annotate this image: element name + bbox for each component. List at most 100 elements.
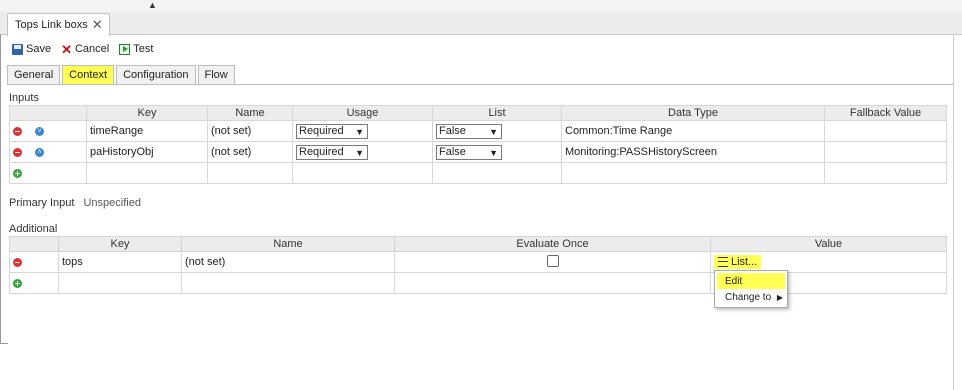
inputs-header-name[interactable]: Name <box>207 105 293 121</box>
row-actions <box>9 251 59 273</box>
usage-value: Required <box>299 124 344 137</box>
save-icon <box>12 43 23 55</box>
usage-cell: Required ▼ <box>292 141 433 163</box>
top-strip <box>0 0 962 12</box>
add-input-icon[interactable] <box>13 168 22 178</box>
primary-input-label: Primary Input <box>9 197 75 209</box>
tab-configuration[interactable]: Configuration <box>116 65 196 84</box>
menu-item-change-to-label: Change to <box>725 291 772 303</box>
empty-cell <box>394 272 711 294</box>
input-fallback-value[interactable] <box>824 120 947 142</box>
empty-cell <box>207 162 293 184</box>
empty-cell <box>181 272 395 294</box>
list-icon <box>718 256 728 267</box>
bottom-border <box>0 343 8 344</box>
chevron-down-icon: ▼ <box>489 147 498 158</box>
input-fallback-value[interactable] <box>824 141 947 163</box>
table-row: tops (not set) List... <box>9 251 947 273</box>
table-row: ˅ timeRange (not set) Required ▼ False ▼ C… <box>9 120 947 142</box>
additional-header-key[interactable]: Key <box>58 236 182 252</box>
chevron-down-icon: ▼ <box>355 126 364 137</box>
test-button[interactable]: Test <box>119 43 153 55</box>
move-down-icon[interactable]: ˅ <box>35 126 44 136</box>
editor-tab-title: Tops Link boxs <box>15 19 88 31</box>
empty-cell <box>824 162 947 184</box>
save-button[interactable]: Save <box>12 43 51 55</box>
add-row-actions <box>9 162 87 184</box>
test-label: Test <box>133 43 154 55</box>
tab-general[interactable]: General <box>7 65 61 84</box>
chevron-down-icon: ▼ <box>489 126 498 137</box>
chevron-down-icon: ▼ <box>355 147 364 158</box>
inputs-table: Key Name Usage List Data Type Fallback V… <box>9 105 947 184</box>
list-value: False <box>439 145 466 158</box>
additional-header-row: Key Name Evaluate Once Value <box>9 236 947 252</box>
list-value: False <box>439 124 466 137</box>
additional-header-value[interactable]: Value <box>710 236 947 252</box>
input-data-type[interactable]: Common:Time Range <box>561 120 825 142</box>
input-data-type[interactable]: Monitoring:PASSHistoryScreen <box>561 141 825 163</box>
editor-tab-tops-link-boxs[interactable]: Tops Link boxs ✕ <box>7 13 110 36</box>
left-border <box>0 34 1 344</box>
tab-flow[interactable]: Flow <box>197 65 235 84</box>
sub-tab-divider <box>7 84 953 85</box>
empty-cell <box>432 162 562 184</box>
additional-header-actions <box>9 236 59 252</box>
value-list-button[interactable]: List... <box>714 254 762 269</box>
inputs-header-row: Key Name Usage List Data Type Fallback V… <box>9 105 947 121</box>
inputs-header-fallback-value[interactable]: Fallback Value <box>824 105 947 121</box>
inputs-header-data-type[interactable]: Data Type <box>561 105 825 121</box>
inputs-header-actions <box>9 105 87 121</box>
add-row-actions <box>9 272 59 294</box>
list-select[interactable]: False ▼ <box>436 123 502 139</box>
empty-cell <box>58 272 182 294</box>
evaluate-once-cell <box>394 251 711 273</box>
additional-header-name[interactable]: Name <box>181 236 395 252</box>
save-label: Save <box>26 43 52 55</box>
menu-item-change-to[interactable]: Change to ▶ <box>715 289 787 305</box>
remove-icon[interactable] <box>13 147 22 157</box>
close-icon[interactable]: ✕ <box>92 17 103 33</box>
primary-input: Primary Input Unspecified <box>9 197 141 209</box>
inputs-header-list[interactable]: List <box>432 105 562 121</box>
input-name[interactable]: (not set) <box>207 120 293 142</box>
input-key[interactable]: paHistoryObj <box>86 141 208 163</box>
submenu-arrow-icon: ▶ <box>776 292 783 302</box>
toolbar: Save ✕ Cancel Test <box>12 40 153 58</box>
add-row <box>9 272 947 294</box>
remove-icon[interactable] <box>13 257 22 267</box>
sub-tab-bar: General Context Configuration Flow <box>7 65 235 84</box>
table-row: ˄ paHistoryObj (not set) Required ▼ False… <box>9 141 947 163</box>
usage-select[interactable]: Required ▼ <box>296 123 368 139</box>
cancel-icon: ✕ <box>61 41 72 57</box>
evaluate-once-checkbox[interactable] <box>546 254 559 267</box>
additional-key[interactable]: tops <box>58 251 182 273</box>
right-border <box>953 34 954 390</box>
cancel-button[interactable]: ✕ Cancel <box>61 41 110 57</box>
list-cell: False ▼ <box>432 120 562 142</box>
value-context-menu: Edit Change to ▶ <box>714 270 788 308</box>
add-row <box>9 162 947 184</box>
tab-context[interactable]: Context <box>62 65 115 84</box>
additional-header-evaluate-once[interactable]: Evaluate Once <box>394 236 711 252</box>
inputs-header-usage[interactable]: Usage <box>292 105 433 121</box>
add-additional-icon[interactable] <box>13 278 22 288</box>
inputs-header-key[interactable]: Key <box>86 105 208 121</box>
primary-input-value[interactable]: Unspecified <box>83 197 140 209</box>
list-select[interactable]: False ▼ <box>436 144 502 160</box>
usage-cell: Required ▼ <box>292 120 433 142</box>
cancel-label: Cancel <box>74 43 110 55</box>
empty-cell <box>561 162 825 184</box>
list-cell: False ▼ <box>432 141 562 163</box>
menu-item-edit[interactable]: Edit <box>717 273 785 289</box>
collapse-arrow-icon[interactable]: ▲ <box>148 0 157 10</box>
empty-cell <box>86 162 208 184</box>
value-label: List... <box>731 255 758 268</box>
additional-name[interactable]: (not set) <box>181 251 395 273</box>
input-key[interactable]: timeRange <box>86 120 208 142</box>
input-name[interactable]: (not set) <box>207 141 293 163</box>
usage-select[interactable]: Required ▼ <box>296 144 368 160</box>
move-up-icon[interactable]: ˄ <box>35 147 44 157</box>
remove-icon[interactable] <box>13 126 22 136</box>
menu-item-edit-label: Edit <box>725 275 743 287</box>
